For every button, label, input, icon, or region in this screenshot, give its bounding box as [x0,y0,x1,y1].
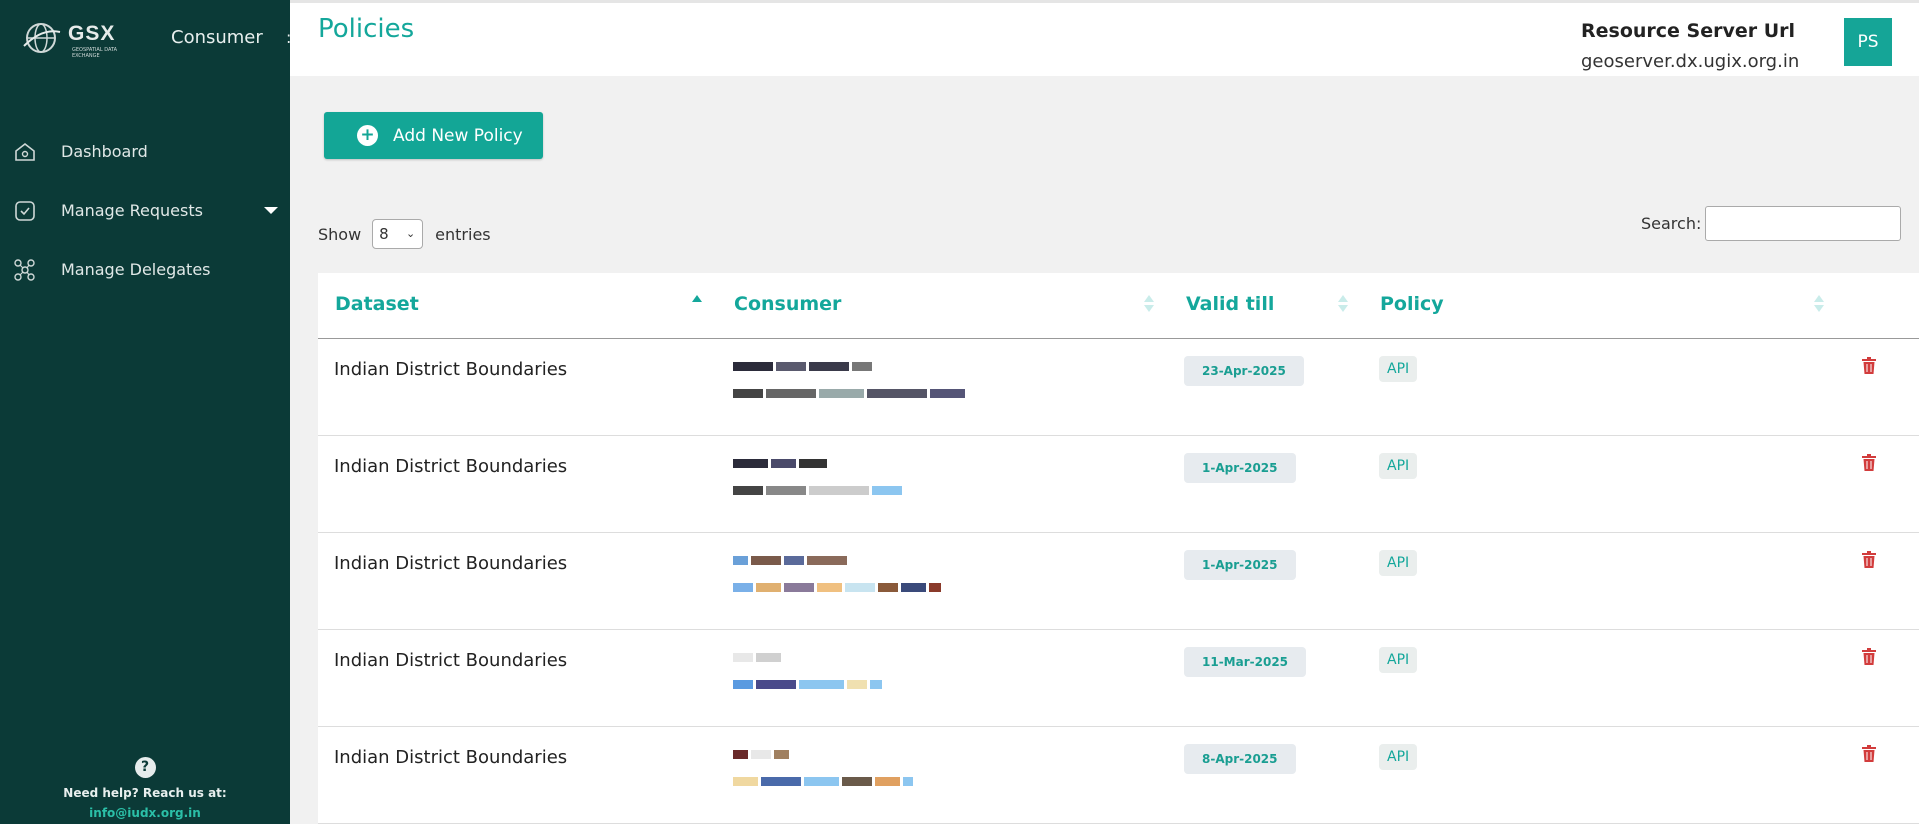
dataset-cell: Indian District Boundaries [334,359,568,380]
dataset-cell: Indian District Boundaries [334,747,568,768]
sidebar-item-label: Manage Requests [61,201,203,220]
dataset-cell: Indian District Boundaries [334,553,568,574]
caret-down-icon[interactable] [264,207,278,214]
column-header-valid-till[interactable]: Valid till [1186,293,1274,315]
header: Policies Resource Server Url geoserver.d… [290,0,1919,76]
policy-badge: API [1379,453,1418,479]
trash-icon[interactable] [1861,357,1877,375]
consumer-cell-redacted [733,555,1053,605]
table-row: Indian District Boundaries 1-Apr-2025 AP… [318,533,1919,630]
sidebar-item-manage-delegates[interactable]: Manage Delegates [0,240,290,299]
brand-logo: GSX GEOSPATIAL DATA EXCHANGE [22,18,142,59]
plus-icon: + [357,125,378,146]
sort-icon[interactable] [1814,295,1824,317]
table-row: Indian District Boundaries 11-Mar-2025 A… [318,630,1919,727]
valid-till-badge: 11-Mar-2025 [1184,647,1307,677]
entries-select[interactable]: 8 ⌄ [372,219,424,249]
dataset-cell: Indian District Boundaries [334,650,568,671]
sidebar-item-dashboard[interactable]: Dashboard [0,122,290,181]
policy-badge: API [1379,356,1418,382]
search-label: Search: [1641,214,1702,233]
resource-server-label: Resource Server Url [1581,20,1796,42]
trash-icon[interactable] [1861,745,1877,763]
sort-icon[interactable] [1338,295,1348,317]
search-input[interactable] [1705,206,1902,241]
add-new-policy-button[interactable]: + Add New Policy [324,112,543,159]
table-row: Indian District Boundaries 8-Apr-2025 AP… [318,727,1919,824]
globe-icon [23,23,61,53]
table-header: Dataset Consumer Valid till Policy [318,273,1919,339]
resource-server-url: geoserver.dx.ugix.org.in [1581,51,1800,72]
column-header-consumer[interactable]: Consumer [734,293,841,315]
show-entries: Show 8 ⌄ entries [318,219,491,249]
policy-badge: API [1379,744,1418,770]
sidebar-item-manage-requests[interactable]: Manage Requests [0,181,290,240]
help-email-link[interactable]: info@iudx.org.in [0,806,290,824]
entries-label: entries [435,224,491,244]
check-square-icon [12,198,38,224]
show-label: Show [318,224,362,244]
dataset-cell: Indian District Boundaries [334,456,568,477]
network-icon [12,257,38,283]
valid-till-badge: 8-Apr-2025 [1184,744,1296,774]
sidebar: GSX GEOSPATIAL DATA EXCHANGE Consumer : … [0,0,291,824]
consumer-cell-redacted [733,652,1053,702]
trash-icon[interactable] [1861,551,1877,569]
valid-till-badge: 1-Apr-2025 [1184,453,1296,483]
table-row: Indian District Boundaries 23-Apr-2025 A… [318,339,1919,436]
brand-name: GSX [68,22,116,45]
brand-subtitle: GEOSPATIAL DATA EXCHANGE [72,47,118,59]
policies-table: Dataset Consumer Valid till Policy India… [318,273,1919,824]
valid-till-badge: 1-Apr-2025 [1184,550,1296,580]
search: Search: [1641,206,1902,241]
consumer-cell-redacted [733,749,1053,799]
consumer-cell-redacted [733,458,1053,508]
entries-select-value: 8 [379,225,389,243]
home-icon [12,139,38,165]
page-title: Policies [318,14,415,44]
sidebar-nav: Dashboard Manage Requests Manage Delegat… [0,122,290,299]
avatar[interactable]: PS [1844,18,1892,66]
policy-badge: API [1379,647,1418,673]
sort-icon[interactable] [1144,295,1154,317]
consumer-cell-redacted [733,361,1053,411]
chevron-down-icon: ⌄ [405,227,416,240]
column-header-policy[interactable]: Policy [1380,293,1444,315]
help-section: ? Need help? Reach us at: info@iudx.org.… [0,757,290,824]
table-row: Indian District Boundaries 1-Apr-2025 AP… [318,436,1919,533]
policy-badge: API [1379,550,1418,576]
sort-icon[interactable] [692,295,702,317]
sidebar-item-label: Dashboard [61,142,148,161]
help-icon: ? [134,757,156,778]
sidebar-item-label: Manage Delegates [61,260,211,279]
role-label: Consumer [171,27,263,48]
valid-till-badge: 23-Apr-2025 [1184,356,1304,386]
brand[interactable]: GSX GEOSPATIAL DATA EXCHANGE [22,18,142,59]
trash-icon[interactable] [1861,648,1877,666]
column-header-dataset[interactable]: Dataset [335,293,419,315]
add-new-policy-label: Add New Policy [393,125,523,146]
help-text: Need help? Reach us at: [63,786,227,800]
trash-icon[interactable] [1861,454,1877,472]
